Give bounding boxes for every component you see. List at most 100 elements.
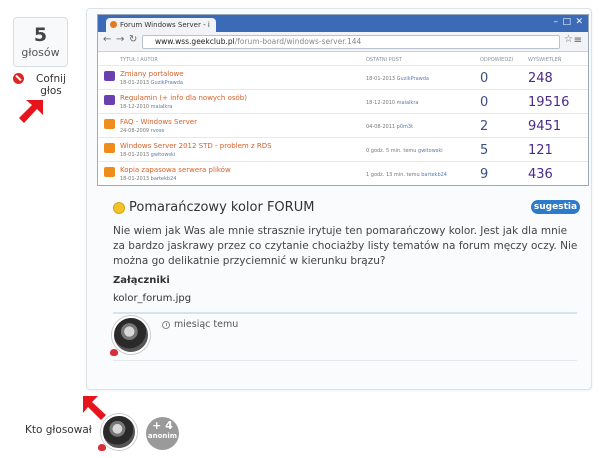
last-post: 18-12-2010 maialkra	[366, 100, 418, 106]
last-post: 04-08-2011 p0m3t	[366, 124, 413, 130]
close-icon: ✕	[575, 17, 583, 27]
topic-author: rvose	[150, 128, 165, 134]
cancel-vote-icon[interactable]	[13, 73, 24, 84]
forum-table-header: TYTUŁ I AUTOR OSTATNI POST ODPOWIEDZI WY…	[98, 53, 588, 65]
topic-replies: 0	[480, 71, 489, 86]
attachments-heading: Załączniki	[113, 275, 170, 286]
table-row: Windows Server 2012 STD - problem z RDS …	[98, 137, 588, 161]
back-icon: ←	[103, 34, 112, 45]
topic-author: maialkra	[150, 104, 173, 110]
topic-title: Windows Server 2012 STD - problem z RDS	[120, 142, 272, 150]
topic-meta: 18-12-2010 maialkra	[120, 104, 172, 110]
voter-avatar[interactable]	[101, 414, 137, 450]
minimize-icon: –	[553, 17, 559, 27]
col-title: TYTUŁ I AUTOR	[120, 57, 158, 63]
attachment-screenshot[interactable]: Forum Windows Server - i – □ ✕ ← → ↻ www…	[97, 14, 589, 186]
red-arrow-icon	[19, 100, 43, 123]
favicon-icon	[110, 21, 117, 28]
topic-author: GuzikPrawda	[150, 80, 183, 86]
topic-meta: 18-01-2013 bartekb24	[120, 176, 176, 182]
smiley-icon	[113, 202, 125, 214]
col-views: WYŚWIETLEŃ	[528, 57, 562, 63]
topic-icon	[104, 143, 115, 153]
clock-icon	[162, 321, 170, 329]
vote-count-label: głosów	[21, 46, 60, 59]
last-post-user: bartekb24	[421, 172, 447, 178]
last-post-user: p0m3t	[396, 124, 414, 130]
last-post-date: 0 godz. 5 min. temu	[366, 148, 417, 154]
topic-title: FAQ - Windows Server	[120, 118, 197, 126]
anonymous-label: anonim	[147, 432, 178, 440]
vote-count-box: 5 głosów	[13, 17, 68, 67]
topic-author: gwitowski	[150, 152, 176, 158]
browser-tabbar: Forum Windows Server - i – □ ✕	[98, 15, 588, 32]
topic-meta: 18-01-2013 gwitowski	[120, 152, 175, 158]
topic-date: 18-01-2013	[120, 152, 150, 158]
topic-views: 248	[528, 71, 553, 86]
col-replies: ODPOWIEDZI	[480, 57, 514, 63]
table-row: Zmiany portalowe 18-01-2013 GuzikPrawda …	[98, 65, 588, 89]
topic-date: 18-01-2013	[120, 80, 150, 86]
anonymous-count: + 4	[152, 419, 173, 432]
topic-title: Regulamin (+ info dla nowych osób)	[120, 94, 247, 102]
topic-icon	[104, 95, 115, 105]
topic-icon	[104, 71, 115, 81]
url-host: www.wss.geekclub.pl	[155, 37, 235, 46]
category-badge[interactable]: sugestia	[531, 200, 580, 214]
topic-date: 18-01-2013	[120, 176, 150, 182]
last-post-date: 04-08-2011	[366, 124, 396, 130]
divider	[113, 312, 577, 314]
topic-date: 24-08-2009	[120, 128, 150, 134]
topic-meta: 18-01-2013 GuzikPrawda	[120, 80, 183, 86]
topic-views: 9451	[528, 119, 562, 134]
last-post: 18-01-2013 GuzikPrawda	[366, 76, 429, 82]
topic-replies: 5	[480, 143, 489, 158]
browser-toolbar: ← → ↻ www.wss.geekclub.pl/forum-board/wi…	[98, 32, 588, 52]
topic-date: 18-12-2010	[120, 104, 150, 110]
topic-meta: 24-08-2009 rvose	[120, 128, 164, 134]
col-last-post: OSTATNI POST	[366, 57, 402, 63]
suggestion-title: Pomarańczowy kolor FORUM	[129, 200, 315, 215]
posted-time: miesiąc temu	[174, 319, 239, 330]
topic-title: Kopia zapasowa serwera plików	[120, 166, 231, 174]
topic-icon	[104, 167, 115, 177]
topic-replies: 2	[480, 119, 489, 134]
table-row: Kopia zapasowa serwera plików 18-01-2013…	[98, 161, 588, 185]
topic-title: Zmiany portalowe	[120, 70, 184, 78]
last-post: 1 godz. 13 min. temu bartekb24	[366, 172, 447, 178]
heart-icon	[98, 444, 106, 451]
author-avatar[interactable]	[112, 316, 150, 354]
topic-views: 436	[528, 167, 553, 182]
url-path: /forum-board/windows-server.144	[234, 37, 362, 46]
url-bar: www.wss.geekclub.pl/forum-board/windows-…	[142, 35, 560, 49]
last-post: 0 godz. 5 min. temu gwitowski	[366, 148, 443, 154]
table-row: Regulamin (+ info dla nowych osób) 18-12…	[98, 89, 588, 113]
topic-replies: 9	[480, 167, 489, 182]
last-post-date: 18-12-2010	[366, 100, 396, 106]
browser-tab-title: Forum Windows Server - i	[120, 21, 210, 29]
topic-author: bartekb24	[150, 176, 177, 182]
browser-tab: Forum Windows Server - i	[106, 18, 216, 32]
topic-replies: 0	[480, 95, 489, 110]
suggestion-body: Nie wiem jak Was ale mnie strasznie iryt…	[113, 225, 578, 267]
voters-label: Kto głosował	[25, 424, 92, 436]
topic-views: 121	[528, 143, 553, 158]
last-post-date: 1 godz. 13 min. temu	[366, 172, 420, 178]
table-row: FAQ - Windows Server 24-08-2009 rvose 04…	[98, 113, 588, 137]
forward-icon: →	[116, 34, 125, 45]
anonymous-voters[interactable]: + 4 anonim	[146, 417, 179, 450]
heart-icon	[110, 349, 118, 356]
vote-count: 5	[33, 24, 48, 46]
last-post-date: 18-01-2013	[366, 76, 396, 82]
divider	[113, 360, 577, 361]
menu-icon: ≡	[573, 35, 582, 46]
cancel-vote-link[interactable]: Cofnij głos	[32, 73, 70, 97]
last-post-user: maialkra	[396, 100, 419, 106]
topic-views: 19516	[528, 95, 570, 110]
star-icon: ☆	[564, 34, 573, 45]
topic-icon	[104, 119, 115, 129]
last-post-user: GuzikPrawda	[396, 76, 429, 82]
last-post-user: gwitowski	[418, 148, 443, 154]
attachment-link[interactable]: kolor_forum.jpg	[113, 293, 191, 304]
maximize-icon: □	[562, 17, 571, 27]
